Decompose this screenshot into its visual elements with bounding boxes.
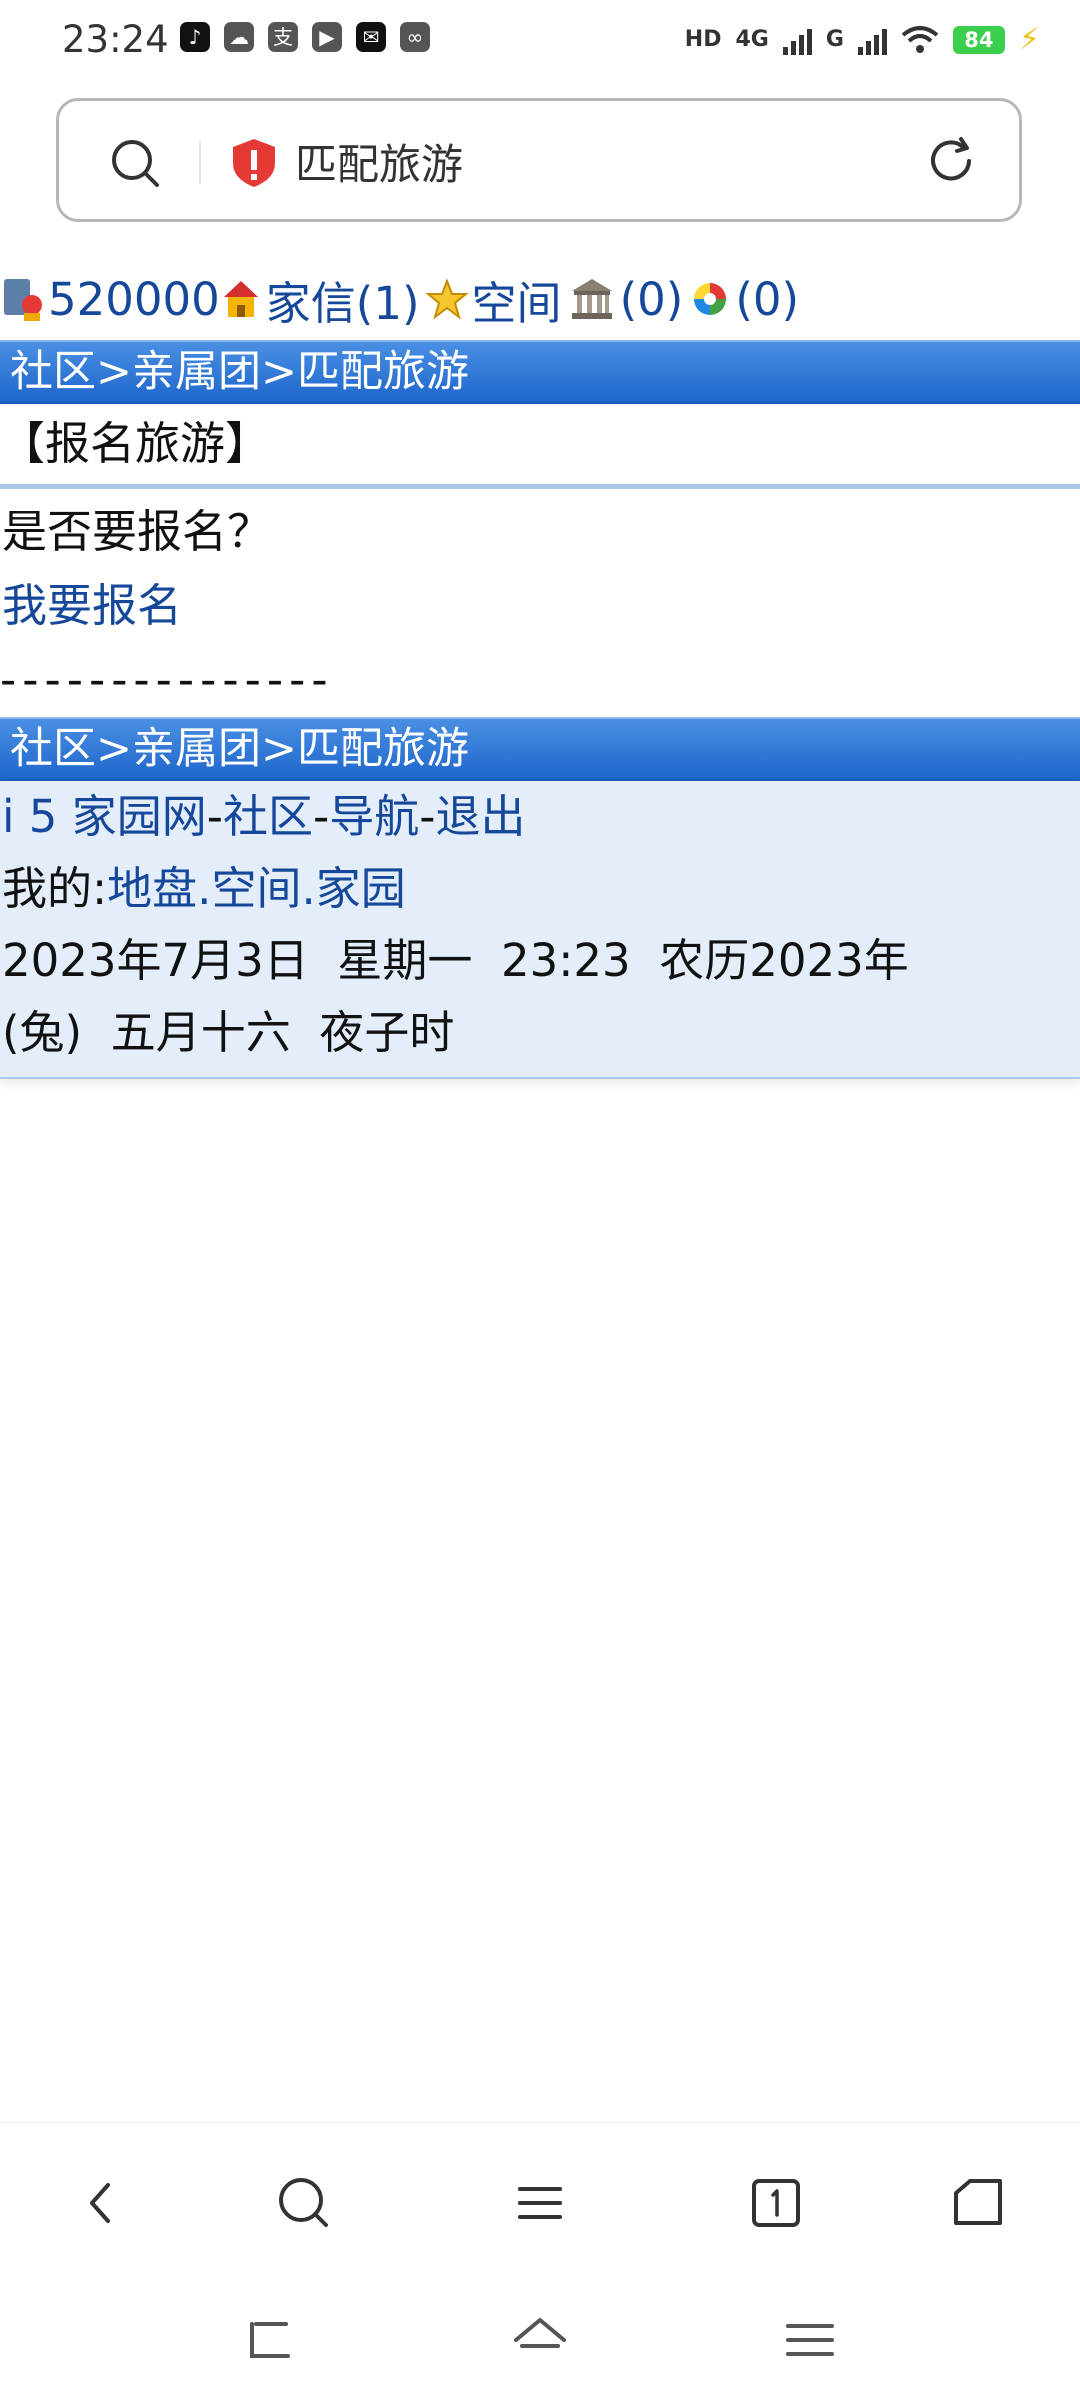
separator: - — [419, 790, 436, 843]
footer-panel: i 5 家园网-社区-导航-退出 我的:地盘.空间.家园 2023年7月3日 星… — [0, 781, 1080, 1079]
alipay-icon: 支 — [268, 22, 298, 52]
system-recents-icon[interactable] — [780, 2310, 840, 2370]
4g-label: 4G — [735, 27, 769, 52]
wifi-icon — [901, 25, 939, 53]
browser-toolbar — [0, 2122, 1080, 2283]
g-label: G — [825, 27, 844, 52]
space-link[interactable]: 空间 — [472, 267, 562, 332]
user-id-link[interactable]: 520000 — [48, 273, 220, 326]
shield-warning-icon[interactable] — [229, 137, 279, 189]
count-link-2[interactable]: (0) — [735, 273, 799, 326]
separator: - — [206, 790, 223, 843]
signup-link[interactable]: 我要报名 — [0, 569, 1080, 643]
section-heading: 【报名旅游】 — [0, 404, 1080, 489]
hd-icon: HD — [684, 27, 722, 52]
my-links-row: 我的:地盘.空间.家园 — [0, 853, 1080, 925]
mail-icon: ✉ — [356, 22, 386, 52]
cloud-icon: ☁ — [224, 22, 254, 52]
house-icon — [220, 275, 262, 323]
tiktok-icon: ♪ — [180, 22, 210, 52]
nav-link[interactable]: 导航 — [329, 790, 419, 843]
footer-nav-row: i 5 家园网-社区-导航-退出 — [0, 781, 1080, 853]
reload-icon[interactable] — [925, 135, 977, 187]
building-icon — [568, 275, 616, 323]
signal-icon — [782, 25, 812, 55]
charging-icon: ⚡ — [1018, 22, 1040, 57]
home-icon[interactable] — [946, 2171, 1010, 2235]
star-icon — [424, 275, 469, 323]
search-icon[interactable] — [272, 2171, 336, 2235]
link-icon: ∞ — [400, 22, 430, 52]
system-back-icon[interactable] — [240, 2310, 300, 2370]
count-link-1[interactable]: (0) — [620, 273, 684, 326]
tabs-icon[interactable] — [744, 2171, 808, 2235]
logout-link[interactable]: 退出 — [436, 790, 526, 843]
signup-question: 是否要报名？ — [2, 505, 273, 558]
address-bar[interactable]: 匹配旅游 — [56, 98, 1022, 222]
signal-icon-2 — [857, 25, 887, 55]
divider — [199, 141, 201, 183]
date-line-1: 2023年7月3日 星期一 23:23 农历2023年 — [2, 934, 909, 987]
system-indicators: HD 4G G 84 ⚡ — [685, 22, 1040, 57]
game-icon: ▶ — [312, 22, 342, 52]
status-bar: 23:24 ♪ ☁ 支 ▶ ✉ ∞ HD 4G G 84 ⚡ — [0, 0, 1080, 86]
system-navigation-bar — [0, 2282, 1080, 2400]
search-icon[interactable] — [109, 137, 161, 189]
web-content: 520000 家信(1) 空间 (0) (0) 社区>亲属团>匹配旅游 【报名旅… — [0, 258, 1080, 1079]
mail-link[interactable]: 家信(1) — [266, 267, 420, 332]
back-icon[interactable] — [70, 2171, 134, 2235]
my-links[interactable]: 地盘.空间.家园 — [107, 862, 406, 915]
site-home-link[interactable]: i 5 家园网 — [2, 790, 207, 843]
breadcrumb-top: 社区>亲属团>匹配旅游 — [0, 340, 1080, 404]
separator: - — [313, 790, 330, 843]
user-avatar-icon — [2, 275, 44, 323]
my-label: 我的: — [2, 862, 108, 915]
user-toolbar: 520000 家信(1) 空间 (0) (0) — [0, 258, 1080, 340]
notification-icons: ♪ ☁ 支 ▶ ✉ ∞ — [180, 22, 430, 52]
status-time: 23:24 — [62, 18, 169, 61]
color-wheel-icon — [689, 275, 731, 323]
page-title[interactable]: 匹配旅游 — [295, 131, 463, 192]
community-link[interactable]: 社区 — [223, 790, 313, 843]
dashed-divider: --------------- — [0, 653, 334, 706]
battery-icon: 84 — [952, 25, 1005, 54]
menu-icon[interactable] — [508, 2171, 572, 2235]
breadcrumb-bottom: 社区>亲属团>匹配旅游 — [0, 717, 1080, 781]
system-home-icon[interactable] — [510, 2310, 570, 2370]
date-line-2: (兔) 五月十六 夜子时 — [2, 1006, 455, 1059]
